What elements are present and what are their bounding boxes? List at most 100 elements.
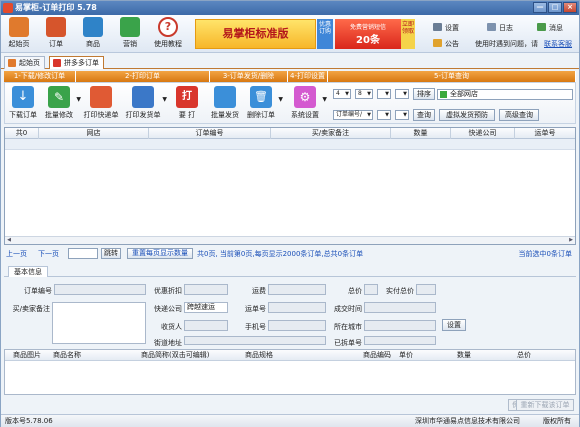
address-settings-button[interactable]: 设置 [442,319,466,331]
tab-basic-info[interactable]: 基本信息 [8,266,48,277]
prev-page-link[interactable]: 上一页 [6,249,27,259]
col-express[interactable]: 快递公司 [451,128,515,139]
city-field[interactable] [364,320,436,331]
col-remark[interactable]: 买/卖家备注 [271,128,391,139]
subscribe-banner[interactable]: 优惠订购 [317,19,333,49]
sms-banner[interactable]: 免费营销短信 20条 [335,19,401,49]
scroll-left-icon[interactable]: ◀ [5,237,13,244]
waybill-label: 运单号 [245,305,266,313]
goods-button[interactable]: 商品 [77,17,109,49]
waybill-field[interactable] [268,302,326,313]
log-link[interactable]: 日志 [487,23,513,33]
help-icon: ? [158,17,178,37]
col-order-no[interactable]: 订单编号 [149,128,271,139]
maximize-button[interactable]: □ [548,2,562,13]
query-select-3[interactable] [377,89,391,99]
street-field[interactable] [184,336,326,345]
virtual-ship-button[interactable]: 虚拟发货预防 [439,109,495,121]
col-qty[interactable]: 数量 [391,128,451,139]
sort-button[interactable]: 排序 [413,88,435,100]
horizontal-scrollbar[interactable]: ◀ ▶ [5,236,575,244]
remark-field[interactable] [52,302,146,344]
order-no-field[interactable] [54,284,146,295]
print-invoice-dropdown-icon[interactable]: ▼ [162,96,167,103]
deal-time-label: 成交时间 [334,305,362,313]
query-select-6[interactable] [395,110,409,120]
orders-grid[interactable]: 共0 网店 订单编号 买/卖家备注 数量 快递公司 运单号 ◀ ▶ [4,127,576,245]
col-waybill[interactable]: 运单号 [515,128,575,139]
deal-time-field[interactable] [364,302,436,313]
batch-edit-dropdown-icon[interactable]: ▼ [76,96,81,103]
redownload-button[interactable]: 重新下载该订单 [516,399,574,411]
goods-col-spec: 商品规格 [245,351,273,359]
discount-label: 优惠折扣 [154,287,182,295]
jump-button[interactable]: 跳转 [101,248,121,259]
goods-col-total: 总价 [517,351,531,359]
next-page-link[interactable]: 下一页 [38,249,59,259]
total-field[interactable] [364,284,378,295]
system-settings-button[interactable]: ⚙ 系统设置 ▼ [289,86,327,120]
discount-field[interactable] [184,284,228,295]
buyer-label: 已拆单号 [334,339,362,347]
delete-orders-button[interactable]: 🗑 删除订单 ▼ [245,86,283,120]
receiver-label: 收货人 [161,323,182,331]
tab-pdd-orders[interactable]: 拼多多订单 [49,56,104,69]
section-ship: 3-订单发货/删除 [210,71,288,82]
selected-count: 当前选中0条订单 [518,250,572,258]
basic-info-panel: 订单编号 优惠折扣 运费 总价 实付总价 买/卖家备注 快递公司 跨越速运 运单… [4,277,576,347]
settings-dropdown-icon[interactable]: ▼ [322,96,327,103]
field-select[interactable]: 订单编号/ [333,110,373,120]
home-button[interactable]: 起始页 [3,17,35,49]
express-label: 快递公司 [154,305,182,313]
barcode-icon [214,86,236,108]
grid-header: 共0 网店 订单编号 买/卖家备注 数量 快递公司 运单号 [5,128,575,139]
printer-icon [90,86,112,108]
batch-ship-button[interactable]: 批量发货 [209,86,241,120]
shop-icon [440,91,447,98]
tab-start-page[interactable]: 起始页 [4,56,45,69]
settings-link[interactable]: 设置 [433,23,459,33]
total-label: 总价 [348,287,362,295]
delete-dropdown-icon[interactable]: ▼ [278,96,283,103]
city-label: 所在城市 [334,323,362,331]
express-field[interactable]: 跨越速运 [184,302,228,313]
close-button[interactable]: × [563,2,577,13]
goods-col-name: 商品名称 [53,351,81,359]
company-text: 深圳市华通易点信息技术有限公司 [415,417,520,425]
download-orders-button[interactable]: ↓ 下载订单 [7,86,39,120]
buyer-field[interactable] [364,336,436,345]
batch-edit-button[interactable]: ✎ 批量修改 ▼ [43,86,81,120]
actual-total-field[interactable] [416,284,436,295]
query-button[interactable]: 查询 [413,109,435,121]
print-express-button[interactable]: 打印快递单 [83,86,119,120]
edition-banner[interactable]: 易掌柜标准版 [195,19,316,49]
rights-text: 版权所有 [543,417,571,425]
scroll-right-icon[interactable]: ▶ [567,237,575,244]
window-controls: — □ × [533,2,577,13]
advanced-query-button[interactable]: 高级查询 [499,109,539,121]
minimize-button[interactable]: — [533,2,547,13]
messages-link[interactable]: 消息 [537,23,563,33]
table-row[interactable] [5,139,575,150]
phone-field[interactable] [268,320,326,331]
print-button[interactable]: 打 要 打 [173,86,201,120]
notice-link[interactable]: 公告 [433,39,459,49]
shop-select[interactable]: 全部网店 [437,89,573,100]
col-shop[interactable]: 网店 [39,128,149,139]
tutorial-button[interactable]: ? 使用教程 [146,17,190,49]
print-invoice-button[interactable]: 打印发货单 ▼ [125,86,167,120]
reset-page-size-button[interactable]: 重置每页显示数量 [127,248,193,259]
receiver-field[interactable] [184,320,228,331]
query-select-2[interactable]: 8 [355,89,373,99]
contact-support-link[interactable]: 联系客服 [544,39,572,49]
orders-button[interactable]: 订单 [40,17,72,49]
page-input[interactable] [68,248,98,259]
query-select-4[interactable] [395,89,409,99]
query-select-5[interactable] [377,110,391,120]
claim-banner[interactable]: 立即领取 [401,19,415,49]
marketing-button[interactable]: 营销 [114,17,146,49]
goods-table[interactable]: 商品图片 商品名称 商品简称(双击可编辑) 商品规格 商品编码 单价 数量 总价 [4,349,576,395]
goods-col-code: 商品编码 [363,351,391,359]
freight-field[interactable] [268,284,326,295]
query-select-1[interactable]: 4 [333,89,351,99]
